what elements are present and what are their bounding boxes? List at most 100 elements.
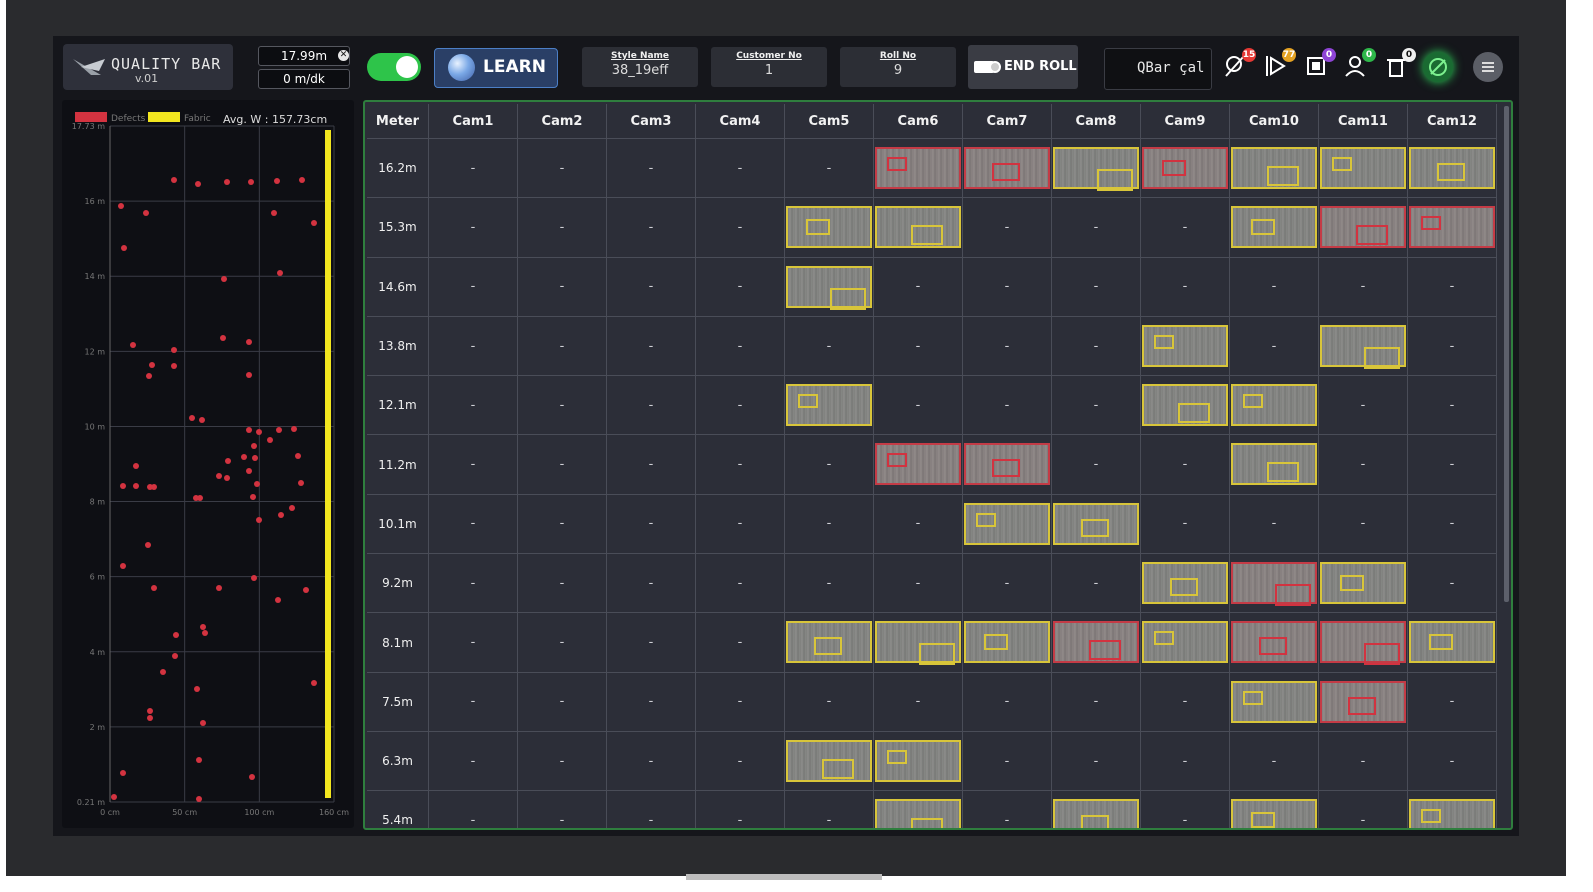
defect-point[interactable] <box>193 495 199 501</box>
defect-thumbnail-minor[interactable] <box>1053 502 1139 545</box>
camera-cell[interactable] <box>785 198 874 257</box>
defect-point[interactable] <box>251 443 257 449</box>
defect-point[interactable] <box>276 427 282 433</box>
defect-thumbnail-critical[interactable] <box>1320 621 1406 666</box>
defect-thumbnail-minor[interactable] <box>1231 147 1317 189</box>
camera-cell[interactable] <box>1141 376 1230 435</box>
defect-point[interactable] <box>151 585 157 591</box>
defect-point[interactable] <box>111 794 117 800</box>
defect-point[interactable] <box>289 505 295 511</box>
defect-point[interactable] <box>251 575 257 581</box>
defect-point[interactable] <box>291 426 297 432</box>
defect-point[interactable] <box>277 270 283 276</box>
camera-cell[interactable] <box>785 613 874 672</box>
defect-thumbnail-minor[interactable] <box>1231 799 1317 828</box>
camera-cell[interactable] <box>874 731 963 791</box>
defect-point[interactable] <box>275 597 281 603</box>
camera-cell[interactable] <box>1052 139 1141 198</box>
defect-point[interactable] <box>303 587 309 593</box>
defect-thumbnail-critical[interactable] <box>875 147 961 189</box>
defect-point[interactable] <box>246 427 252 433</box>
defect-point[interactable] <box>200 624 206 630</box>
inspection-toggle[interactable] <box>367 53 421 81</box>
defect-point[interactable] <box>151 484 157 490</box>
chip-icon[interactable]: 0 <box>1302 48 1336 80</box>
defect-point[interactable] <box>160 669 166 675</box>
defect-point[interactable] <box>274 178 280 184</box>
camera-column-header[interactable]: Cam12 <box>1408 104 1497 138</box>
camera-cell[interactable] <box>1141 139 1230 198</box>
hamburger-menu-icon[interactable] <box>1473 52 1503 82</box>
defect-point[interactable] <box>252 455 258 461</box>
camera-cell[interactable] <box>1141 316 1230 376</box>
camera-cell[interactable] <box>1141 613 1230 672</box>
camera-column-header[interactable]: Cam7 <box>963 104 1052 138</box>
defect-point[interactable] <box>130 342 136 348</box>
camera-cell[interactable] <box>874 435 963 494</box>
defect-point[interactable] <box>224 179 230 185</box>
defect-thumbnail-minor[interactable] <box>1320 562 1406 605</box>
connection-status-icon[interactable] <box>1423 52 1453 82</box>
defect-point[interactable] <box>267 437 273 443</box>
defect-thumbnail-minor[interactable] <box>786 206 872 249</box>
defect-thumbnail-minor[interactable] <box>1409 621 1495 664</box>
defect-point[interactable] <box>146 373 152 379</box>
defect-thumbnail-minor[interactable] <box>1142 621 1228 664</box>
camera-cell[interactable] <box>1230 376 1319 435</box>
defect-thumbnail-minor[interactable] <box>964 621 1050 664</box>
user-search-icon[interactable]: 0 <box>1342 48 1376 80</box>
defect-thumbnail-critical[interactable] <box>1231 562 1317 607</box>
camera-cell[interactable] <box>874 791 963 828</box>
defect-thumbnail-minor[interactable] <box>875 206 961 249</box>
defect-thumbnail-critical[interactable] <box>1320 680 1406 723</box>
defect-point[interactable] <box>120 770 126 776</box>
camera-column-header[interactable]: Cam4 <box>696 104 785 138</box>
camera-column-header[interactable]: Cam8 <box>1052 104 1141 138</box>
camera-cell[interactable] <box>1052 613 1141 672</box>
camera-cell[interactable] <box>1408 139 1497 198</box>
defect-thumbnail-minor[interactable] <box>875 621 961 666</box>
defect-point[interactable] <box>298 480 304 486</box>
camera-cell[interactable] <box>1230 672 1319 731</box>
camera-cell[interactable] <box>785 257 874 316</box>
defect-point[interactable] <box>147 715 153 721</box>
defect-point[interactable] <box>173 632 179 638</box>
defect-point[interactable] <box>225 458 231 464</box>
camera-cell[interactable] <box>874 198 963 257</box>
defect-point[interactable] <box>249 774 255 780</box>
defect-thumbnail-critical[interactable] <box>964 147 1050 189</box>
defect-point[interactable] <box>171 177 177 183</box>
end-roll-button[interactable]: END ROLL <box>968 45 1078 89</box>
camera-column-header[interactable]: Cam6 <box>874 104 963 138</box>
camera-cell[interactable] <box>963 494 1052 554</box>
defect-point[interactable] <box>171 363 177 369</box>
camera-cell[interactable] <box>1319 554 1408 613</box>
camera-cell[interactable] <box>1319 198 1408 257</box>
camera-column-header[interactable]: Cam2 <box>518 104 607 138</box>
defect-thumbnail-critical[interactable] <box>1409 206 1495 249</box>
defect-point[interactable] <box>121 245 127 251</box>
defect-point[interactable] <box>143 210 149 216</box>
defect-point[interactable] <box>133 483 139 489</box>
camera-cell[interactable] <box>1230 139 1319 198</box>
defect-point[interactable] <box>120 483 126 489</box>
defect-point[interactable] <box>133 463 139 469</box>
defect-point[interactable] <box>295 453 301 459</box>
camera-column-header[interactable]: Cam5 <box>785 104 874 138</box>
camera-cell[interactable] <box>1230 613 1319 672</box>
camera-column-header[interactable]: Cam9 <box>1141 104 1230 138</box>
camera-cell[interactable] <box>1319 139 1408 198</box>
defect-point[interactable] <box>196 796 202 802</box>
camera-column-header[interactable]: Cam11 <box>1319 104 1408 138</box>
defect-point[interactable] <box>256 429 262 435</box>
defect-thumbnail-minor[interactable] <box>1409 799 1495 828</box>
camera-cell[interactable] <box>1408 613 1497 672</box>
camera-cell[interactable] <box>1408 198 1497 257</box>
learn-button[interactable]: LEARN <box>434 48 558 88</box>
table-scrollbar[interactable] <box>1504 106 1509 602</box>
camera-cell[interactable] <box>1141 554 1230 613</box>
camera-cell[interactable] <box>963 139 1052 198</box>
defect-point[interactable] <box>194 686 200 692</box>
defect-thumbnail-critical[interactable] <box>1320 206 1406 249</box>
defect-thumbnail-critical[interactable] <box>1053 621 1139 664</box>
